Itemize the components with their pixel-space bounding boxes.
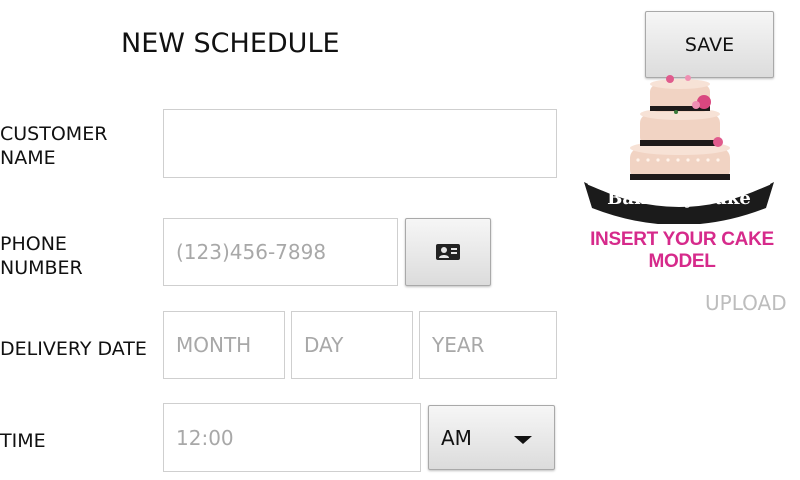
upload-link[interactable]: UPLOAD <box>705 291 787 315</box>
phone-number-input[interactable]: (123)456-7898 <box>163 218 398 286</box>
insert-cake-model-text: INSERT YOUR CAKE MODEL <box>590 229 774 272</box>
save-button-label: SAVE <box>684 33 735 56</box>
year-placeholder: YEAR <box>432 333 485 357</box>
delivery-date-label: DELIVERY DATE <box>0 338 147 360</box>
page-title: NEW SCHEDULE <box>121 28 340 59</box>
time-placeholder: 12:00 <box>176 425 234 450</box>
chevron-down-icon <box>514 435 532 444</box>
phone-label-line2: NUMBER <box>0 257 83 279</box>
ampm-select[interactable]: AM <box>428 405 555 470</box>
day-placeholder: DAY <box>304 333 344 357</box>
cake-image[interactable]: Bake My Cake <box>578 72 780 225</box>
year-input[interactable]: YEAR <box>419 311 557 379</box>
customer-name-input[interactable] <box>163 109 557 178</box>
time-input[interactable]: 12:00 <box>163 403 421 472</box>
ampm-selected: AM <box>441 425 472 450</box>
time-label: TIME <box>0 430 46 452</box>
day-input[interactable]: DAY <box>291 311 413 379</box>
phone-placeholder: (123)456-7898 <box>176 240 327 264</box>
month-placeholder: MONTH <box>176 333 252 357</box>
customer-name-label: CUSTOMER NAME <box>0 122 107 170</box>
phone-number-label: PHONE NUMBER <box>0 232 83 280</box>
phone-label-line1: PHONE <box>0 233 67 255</box>
contact-picker-button[interactable] <box>405 218 491 286</box>
cake-logo-text: Bake My Cake <box>607 188 751 209</box>
customer-name-label-line2: NAME <box>0 147 56 169</box>
save-button[interactable]: SAVE <box>645 11 774 78</box>
contact-card-icon <box>436 244 460 260</box>
customer-name-label-line1: CUSTOMER <box>0 123 108 145</box>
month-input[interactable]: MONTH <box>163 311 285 379</box>
